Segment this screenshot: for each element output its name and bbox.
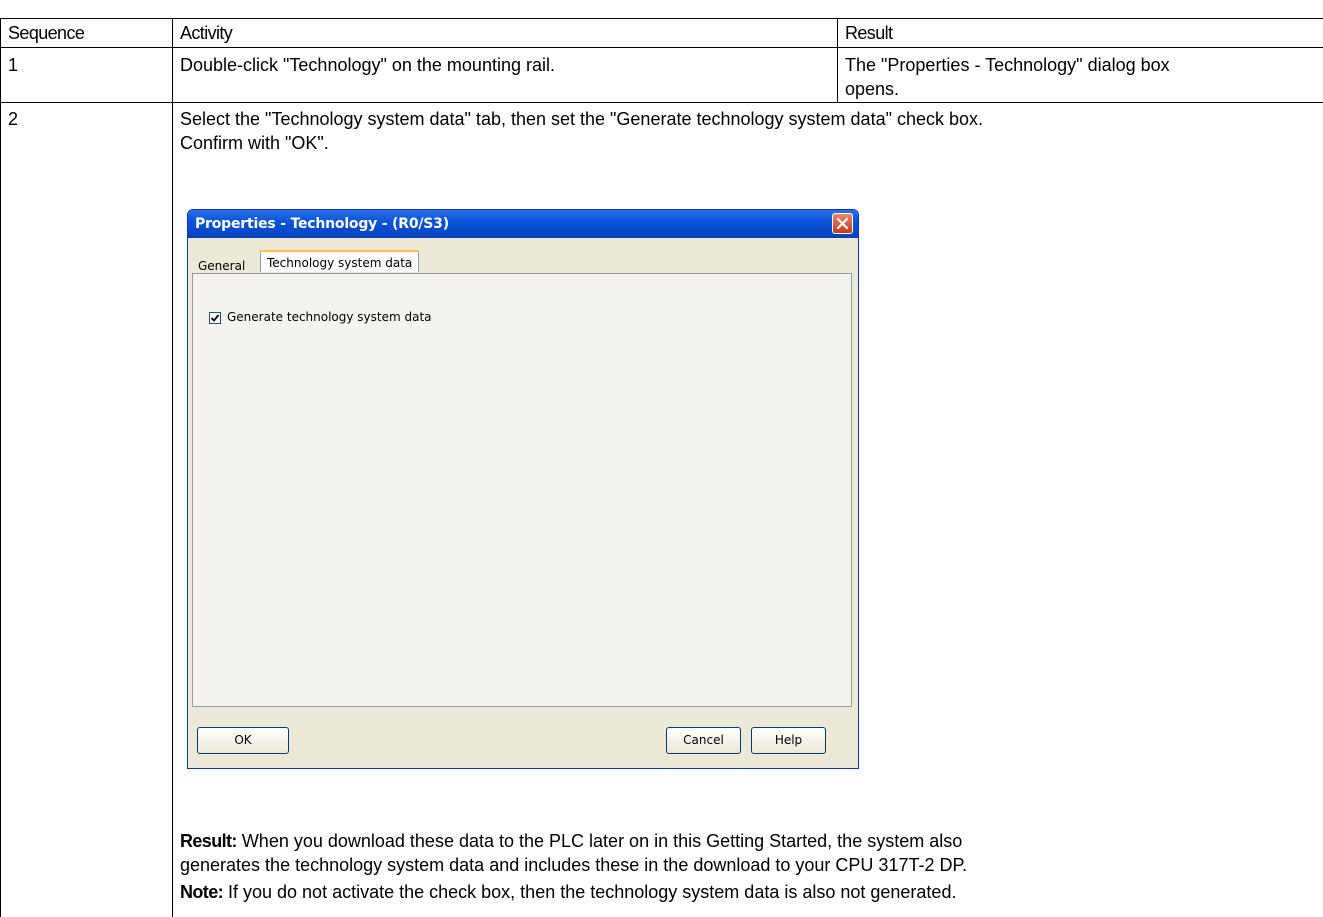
header-sequence: Sequence — [8, 23, 85, 43]
row1-result-line1: The "Properties - Technology" dialog box — [845, 55, 1170, 75]
dialog-title: Properties - Technology - (R0/S3) — [195, 216, 449, 232]
result-text-line1: When you download these data to the PLC … — [236, 831, 963, 851]
row1-result-line2: opens. — [845, 79, 900, 99]
row1-sequence: 1 — [8, 55, 19, 75]
close-button[interactable] — [832, 213, 853, 234]
note-label: Note: — [180, 882, 224, 902]
col-divider-2 — [837, 18, 838, 102]
table-left-border — [0, 18, 1, 917]
col-divider-1 — [172, 18, 173, 917]
row2-activity-line2: Confirm with "OK". — [180, 133, 329, 153]
help-button[interactable]: Help — [751, 727, 826, 754]
ok-button[interactable]: OK — [197, 727, 289, 754]
note-text: If you do not activate the check box, th… — [223, 882, 957, 902]
table-top-border — [0, 18, 1323, 19]
row2-activity-line1: Select the "Technology system data" tab,… — [180, 109, 984, 129]
header-result: Result — [845, 23, 893, 43]
tab-panel: Generate technology system data — [192, 273, 852, 707]
result-text-line2: generates the technology system data and… — [180, 855, 968, 875]
close-icon — [836, 217, 849, 230]
generate-technology-label: Generate technology system data — [227, 310, 432, 324]
generate-technology-checkbox[interactable] — [209, 312, 221, 324]
result-label: Result: — [180, 831, 237, 851]
tab-technology-system-data[interactable]: Technology system data — [260, 250, 420, 272]
row2-result-paragraph-line2: generates the technology system data and… — [180, 853, 967, 877]
row1-activity: Double-click "Technology" on the mountin… — [180, 55, 555, 75]
header-activity: Activity — [180, 23, 233, 43]
row2-note-paragraph: Note: If you do not activate the check b… — [180, 880, 956, 904]
header-bottom-border — [0, 47, 1323, 48]
dialog-title-bar[interactable]: Properties - Technology - (R0/S3) — [188, 210, 858, 238]
tab-general[interactable]: General — [198, 258, 245, 274]
row1-bottom-border — [0, 102, 1323, 103]
properties-dialog: Properties - Technology - (R0/S3) Genera… — [187, 209, 859, 769]
row2-sequence: 2 — [8, 109, 19, 129]
checkmark-icon — [210, 314, 220, 322]
row2-result-paragraph-line1: Result: When you download these data to … — [180, 829, 962, 853]
cancel-button[interactable]: Cancel — [666, 727, 741, 754]
